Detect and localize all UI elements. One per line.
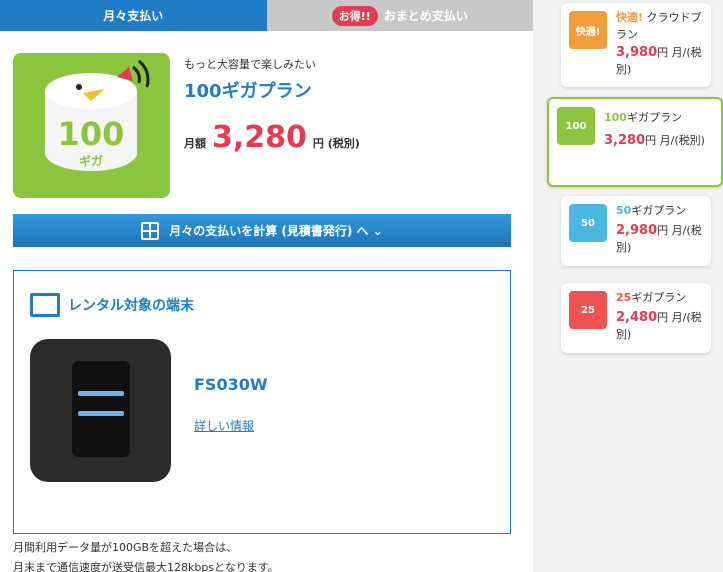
payment-tabs: 月々支払い お得!! おまとめ支払い: [0, 0, 533, 31]
sidebar-title-accent: 25: [616, 291, 632, 304]
sidebar-title-accent: 快適!: [616, 11, 644, 24]
calculator-icon: [141, 221, 160, 240]
plan-mascot-icon: 100 ギガ: [45, 59, 150, 171]
device-image: [30, 339, 171, 482]
sidebar-item-25-plan[interactable]: 25 25ギガプラン 2,480円 月/(税別): [561, 283, 711, 353]
sidebar-item-price: 3,280円 月/(税別): [604, 132, 719, 149]
sidebar-item-100-plan[interactable]: 100 100ギガプラン 3,280円 月/(税別): [547, 97, 723, 187]
sidebar-item-price: 2,480円 月/(税別): [616, 309, 706, 343]
price-row: 月額 3,280 円 (税別): [184, 120, 360, 155]
sidebar-title-text: ギガプラン: [631, 291, 687, 304]
sidebar-item-title: 100ギガプラン: [604, 109, 723, 126]
plan-image-unit: ギガ: [79, 153, 103, 168]
sidebar-item-title: 快適! クラウドプラン: [616, 9, 706, 43]
sidebar-item-50-plan[interactable]: 50 50ギガプラン 2,980円 月/(税別): [561, 196, 711, 266]
router-icon: [30, 293, 60, 317]
note-line-1: 月間利用データ量が100GBを超えた場合は、: [13, 541, 238, 554]
sidebar-title-accent: 100: [604, 111, 627, 124]
sidebar-title-text: ギガプラン: [631, 204, 687, 217]
sidebar-price-unit: 円 月/(税別): [645, 134, 705, 147]
note-line-2: 月末まで通信速度が送受信最大128kbpsとなります。: [13, 561, 279, 572]
device-title-label: レンタル対象の端末: [68, 298, 194, 314]
sidebar-title-text: ギガプラン: [626, 111, 682, 124]
100-plan-thumb-icon: 100: [557, 107, 595, 145]
sidebar-price-value: 3,280: [604, 133, 646, 148]
calc-button-label: 月々の支払いを計算 (見積書発行) へ ⌄: [169, 224, 383, 238]
price-label: 月額: [184, 137, 206, 150]
bulk-badge: お得!!: [331, 5, 378, 26]
sidebar-price-value: 3,980: [616, 45, 658, 60]
sidebar-item-price: 2,980円 月/(税別): [616, 222, 706, 256]
sidebar-item-title: 25ギガプラン: [616, 289, 706, 306]
plan-100-image: 100 ギガ: [13, 53, 170, 198]
25-plan-thumb-icon: 25: [569, 291, 607, 329]
price-unit: 円 (税別): [312, 137, 360, 150]
price-value: 3,280: [212, 120, 307, 155]
tab-bulk[interactable]: お得!! おまとめ支払い: [266, 0, 533, 31]
device-name: FS030W: [194, 375, 268, 394]
sidebar-price-value: 2,480: [616, 310, 658, 325]
device-details-link[interactable]: 詳しい情報: [194, 417, 254, 434]
sidebar-item-cloud-plan[interactable]: 快適! 快適! クラウドプラン 3,980円 月/(税別): [561, 3, 711, 87]
tab-monthly-label: 月々支払い: [103, 9, 164, 23]
sidebar-price-value: 2,980: [616, 223, 658, 238]
device-signal-bar: [78, 411, 124, 416]
sidebar-title-accent: 50: [616, 204, 632, 217]
device-section-title: レンタル対象の端末: [30, 293, 194, 317]
device-battery-bar: [78, 391, 124, 396]
plan-subtitle: もっと大容量で楽しみたい: [184, 58, 316, 71]
calc-payment-button[interactable]: 月々の支払いを計算 (見積書発行) へ ⌄: [13, 214, 511, 247]
sidebar-item-title: 50ギガプラン: [616, 202, 706, 219]
plan-image-number: 100: [58, 115, 125, 153]
sidebar-item-price: 3,980円 月/(税別): [616, 44, 706, 78]
tab-monthly[interactable]: 月々支払い: [0, 0, 267, 31]
50-plan-thumb-icon: 50: [569, 204, 607, 242]
plan-name: 100ギガプラン: [184, 81, 312, 102]
tab-bulk-label: おまとめ支払い: [383, 9, 468, 23]
data-limit-note: 月間利用データ量が100GBを超えた場合は、 月末まで通信速度が送受信最大128…: [13, 538, 279, 572]
device-screen: [72, 361, 130, 457]
rental-device-box: レンタル対象の端末 FS030W 詳しい情報: [13, 270, 511, 534]
cloud-plan-thumb-icon: 快適!: [569, 11, 607, 49]
main-panel: 月々支払い お得!! おまとめ支払い 100 ギガ もっと大容量で楽しみたい 1…: [0, 0, 533, 572]
